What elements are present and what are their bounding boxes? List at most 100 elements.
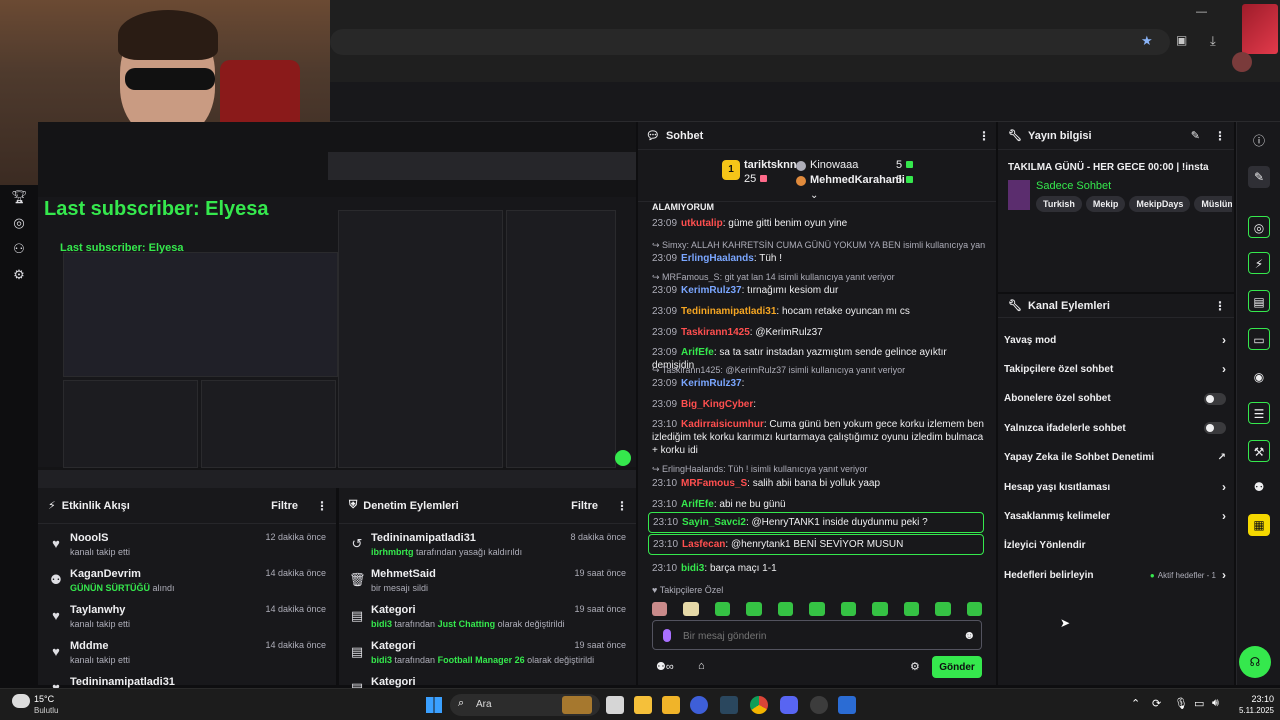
chat-username[interactable]: Big_KingCyber: [681, 399, 753, 410]
mod-action-item[interactable]: ▤ Kategori bidi3 tarafından Just Chatting …: [349, 604, 626, 638]
chat-message-input[interactable]: [683, 628, 943, 644]
profile-avatar[interactable]: [1242, 4, 1278, 54]
activity-item[interactable]: ♥ Taylanwhy kanalı takip etti 14 dakika ön…: [48, 604, 326, 638]
tray-sync-icon[interactable]: ⟳: [1152, 697, 1161, 710]
chat-message[interactable]: 23:09 Big_KingCyber:: [652, 398, 986, 411]
community-icon[interactable]: ⚉∞: [656, 660, 674, 673]
emote-icon[interactable]: [714, 602, 731, 616]
chat-message[interactable]: 23:10 MRFamous_S: salih abii bana bi yoll…: [652, 477, 986, 490]
emote-icon[interactable]: [872, 602, 888, 616]
channel-action-row[interactable]: Yalnızca ifadelerle sohbet: [1004, 418, 1226, 438]
chevron-right-icon[interactable]: ›: [1222, 509, 1226, 523]
steam-icon[interactable]: [720, 696, 738, 714]
chat-username[interactable]: KerimRulz37: [681, 378, 742, 389]
chat-reply-context[interactable]: ↪ ErlingHaalands: Tüh ! isimli kullanıcı…: [652, 464, 986, 475]
task-view-icon[interactable]: [606, 696, 624, 714]
extensions-icon[interactable]: ▣: [1176, 33, 1187, 47]
emote-icon[interactable]: [935, 602, 951, 616]
activity-user[interactable]: Tedininamipatladi31: [70, 676, 175, 688]
chat-username[interactable]: ArifEfe: [681, 347, 714, 358]
channel-action-row[interactable]: Yapay Zeka ile Sohbet Denetimi ↗: [1004, 448, 1226, 468]
stack-icon[interactable]: ☰: [1248, 402, 1270, 424]
chat-username[interactable]: utkutalip: [681, 218, 723, 229]
chat-username[interactable]: Lasfecan: [682, 539, 725, 550]
community-icon[interactable]: ⚉: [1248, 476, 1270, 498]
file-explorer-icon[interactable]: [634, 696, 652, 714]
stream-tag[interactable]: Turkish: [1036, 196, 1082, 212]
chat-reply-context[interactable]: ↪ Simxy: ALLAH KAHRETSİN CUMA GÜNÜ YOKUM…: [652, 240, 986, 251]
mod-action-target[interactable]: Kategori: [371, 676, 416, 688]
activity-more-icon[interactable]: ⋮: [316, 499, 328, 513]
activity-filter-button[interactable]: Filtre: [271, 500, 298, 512]
mod-action-actor[interactable]: bidi3: [371, 619, 392, 629]
app-icon[interactable]: [690, 696, 708, 714]
emote-icon[interactable]: [840, 602, 857, 616]
app-icon[interactable]: [838, 696, 856, 714]
chevron-right-icon[interactable]: ›: [1222, 568, 1226, 582]
lightning-icon[interactable]: ⚡︎: [1248, 252, 1270, 274]
weather-icon[interactable]: [12, 694, 30, 708]
emote-icon[interactable]: [966, 602, 982, 616]
chat-more-icon[interactable]: ⋮: [978, 129, 990, 143]
toggle-switch[interactable]: [1204, 392, 1226, 405]
pencil-icon[interactable]: ✎: [1248, 166, 1270, 188]
chat-username[interactable]: KerimRulz37: [681, 285, 742, 296]
chat-username[interactable]: Kadirraisicumhur: [681, 419, 764, 430]
activity-item[interactable]: ♥ NooolS kanalı takip etti 12 dakika önce: [48, 532, 326, 566]
address-bar[interactable]: [330, 29, 1170, 55]
tools-icon[interactable]: ⚒: [1248, 440, 1270, 462]
channel-actions-more-icon[interactable]: ⋮: [1214, 299, 1226, 313]
chat-settings-icon[interactable]: ⚙: [910, 660, 920, 673]
trophy-icon[interactable]: 🏆︎: [11, 189, 28, 205]
chevron-right-icon[interactable]: ›: [1222, 362, 1226, 376]
mod-action-actor[interactable]: bidi3: [371, 655, 392, 665]
send-button[interactable]: Gönder: [932, 656, 982, 678]
channel-action-row[interactable]: Yasaklanmış kelimeler ›: [1004, 506, 1226, 526]
mod-action-item[interactable]: ▤ Kategori bidi3 tarafından Football Manag…: [349, 640, 626, 674]
category-name[interactable]: Sadece Sohbet: [1036, 180, 1111, 192]
chat-username[interactable]: Tedininamipatladi31: [681, 306, 776, 317]
chat-message[interactable]: 23:10 ArifEfe: abi ne bu günü: [652, 498, 986, 511]
emoji-icon[interactable]: ☻: [963, 628, 976, 642]
mod-action-item[interactable]: ↺ Tedininamipatladi31 ibrhmbrtg tarafından…: [349, 532, 626, 566]
tray-volume-icon[interactable]: 🔊︎: [1212, 697, 1219, 710]
emote-icon[interactable]: [903, 602, 920, 616]
chat-username[interactable]: ArifEfe: [681, 499, 714, 510]
activity-user[interactable]: Mddme: [70, 640, 109, 652]
clock-date[interactable]: 5.11.2025: [1226, 706, 1274, 715]
activity-user[interactable]: KaganDevrim: [70, 568, 141, 580]
broadcast-icon[interactable]: ◉: [1248, 366, 1270, 388]
activity-item[interactable]: ⚉ KaganDevrim GÜNÜN SÜRTÜĞÜ alındı 14 dakik…: [48, 568, 326, 602]
emote-icon[interactable]: [809, 602, 825, 616]
support-headset-icon[interactable]: ☊: [1239, 646, 1271, 678]
toggle-switch[interactable]: [1204, 422, 1226, 435]
tray-network-icon[interactable]: ▭: [1194, 697, 1204, 710]
emote-icon[interactable]: [683, 602, 699, 616]
info-icon[interactable]: ⓘ: [1248, 130, 1270, 152]
discord-icon[interactable]: [780, 696, 798, 714]
chat-message[interactable]: 23:09 Tedininamipatladi31: hocam retake o…: [652, 305, 986, 318]
stream-info-more-icon[interactable]: ⋮: [1214, 129, 1226, 143]
channel-action-row[interactable]: Hedefleri belirleyin ● Aktif hedefler - 1 ›: [1004, 565, 1226, 585]
chat-message[interactable]: 23:09 KerimRulz37: tırnağımı kesiom dur: [652, 284, 986, 297]
stream-tag[interactable]: Müslüman: [1194, 196, 1232, 212]
taskbar-search[interactable]: ⌕ Ara: [450, 694, 600, 716]
mod-action-target[interactable]: Kategori: [371, 640, 416, 652]
activity-user[interactable]: NooolS: [70, 532, 109, 544]
chat-input-box[interactable]: ☻: [652, 620, 982, 650]
comment-icon[interactable]: ▭: [1248, 328, 1270, 350]
target-icon[interactable]: ◎: [11, 215, 27, 231]
chat-username[interactable]: ErlingHaalands: [681, 253, 754, 264]
chat-message[interactable]: 23:09 KerimRulz37:: [652, 377, 986, 390]
mod-action-target[interactable]: MehmetSaid: [371, 568, 436, 580]
emote-icon[interactable]: [777, 602, 794, 616]
folder-icon[interactable]: [662, 696, 680, 714]
tray-chevron-icon[interactable]: ⌃: [1131, 697, 1140, 710]
chat-message[interactable]: 23:09 Taskirann1425: @KerimRulz37: [652, 326, 986, 339]
users-icon[interactable]: ⚇: [11, 241, 27, 257]
store-icon[interactable]: ⌂: [698, 660, 705, 672]
channel-action-row[interactable]: Hesap yaşı kısıtlaması ›: [1004, 477, 1226, 497]
channel-action-row[interactable]: Abonelere özel sohbet: [1004, 389, 1226, 409]
channel-action-row[interactable]: İzleyici Yönlendir: [1004, 536, 1226, 556]
chat-message[interactable]: 23:09 ErlingHaalands: Tüh !: [652, 252, 986, 265]
